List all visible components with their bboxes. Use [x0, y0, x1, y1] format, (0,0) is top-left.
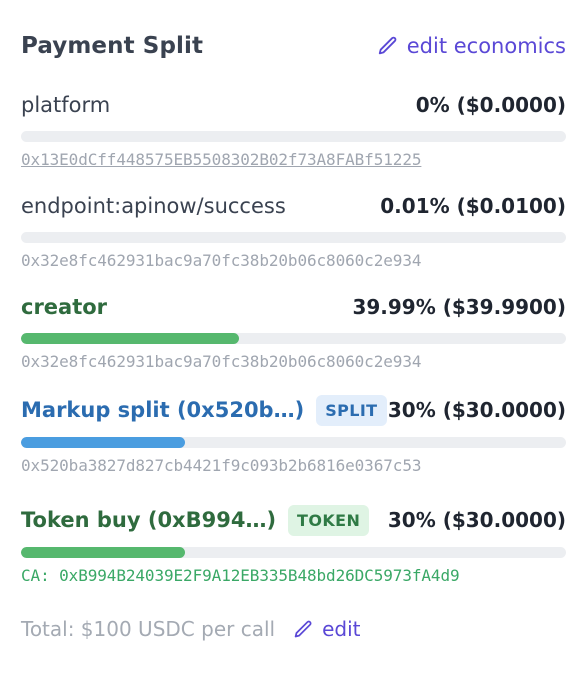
split-row-markup: Markup split (0x520b…) SPLIT 30% ($30.00… [21, 391, 566, 475]
split-label: Markup split (0x520b…) [21, 398, 305, 422]
split-label: endpoint:apinow/success [21, 194, 286, 218]
page-title: Payment Split [21, 33, 204, 59]
total-per-call: Total: $100 USDC per call [21, 617, 276, 641]
split-percentage: 39.99% ($39.9900) [352, 295, 566, 319]
edit-economics-label: edit economics [406, 34, 566, 58]
edit-economics-link[interactable]: edit economics [377, 34, 566, 58]
payment-split-header: Payment Split edit economics [21, 28, 566, 64]
split-progress-fill [21, 437, 185, 448]
split-row-endpoint: endpoint:apinow/success 0.01% ($0.0100) … [21, 189, 566, 270]
split-progress-track [21, 333, 566, 344]
split-address: 0x32e8fc462931bac9a70fc38b20b06c8060c2e9… [21, 251, 422, 270]
pencil-icon [378, 36, 397, 55]
split-badge: SPLIT [316, 394, 387, 426]
split-address: 0x520ba3827d827cb4421f9c093b2b6816e0367c… [21, 456, 422, 475]
split-label: platform [21, 93, 111, 117]
split-percentage: 0% ($0.0000) [415, 93, 566, 117]
split-progress-track [21, 232, 566, 243]
split-progress-fill [21, 333, 239, 344]
pencil-icon [294, 620, 312, 637]
split-progress-fill [21, 547, 185, 558]
split-progress-track [21, 131, 566, 142]
contract-address: CA: 0xB994B24039E2F9A12EB335B48bd26DC597… [21, 566, 460, 585]
split-progress-track [21, 547, 566, 558]
split-address-link[interactable]: 0x13E0dCff448575EB5508302B02f73A8FABf512… [21, 150, 566, 169]
split-row-creator: creator 39.99% ($39.9900) 0x32e8fc462931… [21, 290, 566, 371]
split-percentage: 0.01% ($0.0100) [380, 194, 566, 218]
split-progress-track [21, 437, 566, 448]
edit-label: edit [322, 617, 361, 641]
token-badge: TOKEN [288, 504, 370, 536]
split-percentage: 30% ($30.0000) [387, 398, 566, 422]
split-row-token: Token buy (0xB994…) TOKEN 30% ($30.0000)… [21, 501, 566, 585]
split-percentage: 30% ($30.0000) [387, 508, 566, 532]
split-address: 0x32e8fc462931bac9a70fc38b20b06c8060c2e9… [21, 352, 422, 371]
split-row-platform: platform 0% ($0.0000) 0x13E0dCff448575EB… [21, 88, 566, 169]
split-label: creator [21, 295, 108, 319]
split-footer: Total: $100 USDC per call edit [21, 617, 360, 641]
split-label: Token buy (0xB994…) [21, 508, 277, 532]
edit-link[interactable]: edit [293, 617, 360, 641]
